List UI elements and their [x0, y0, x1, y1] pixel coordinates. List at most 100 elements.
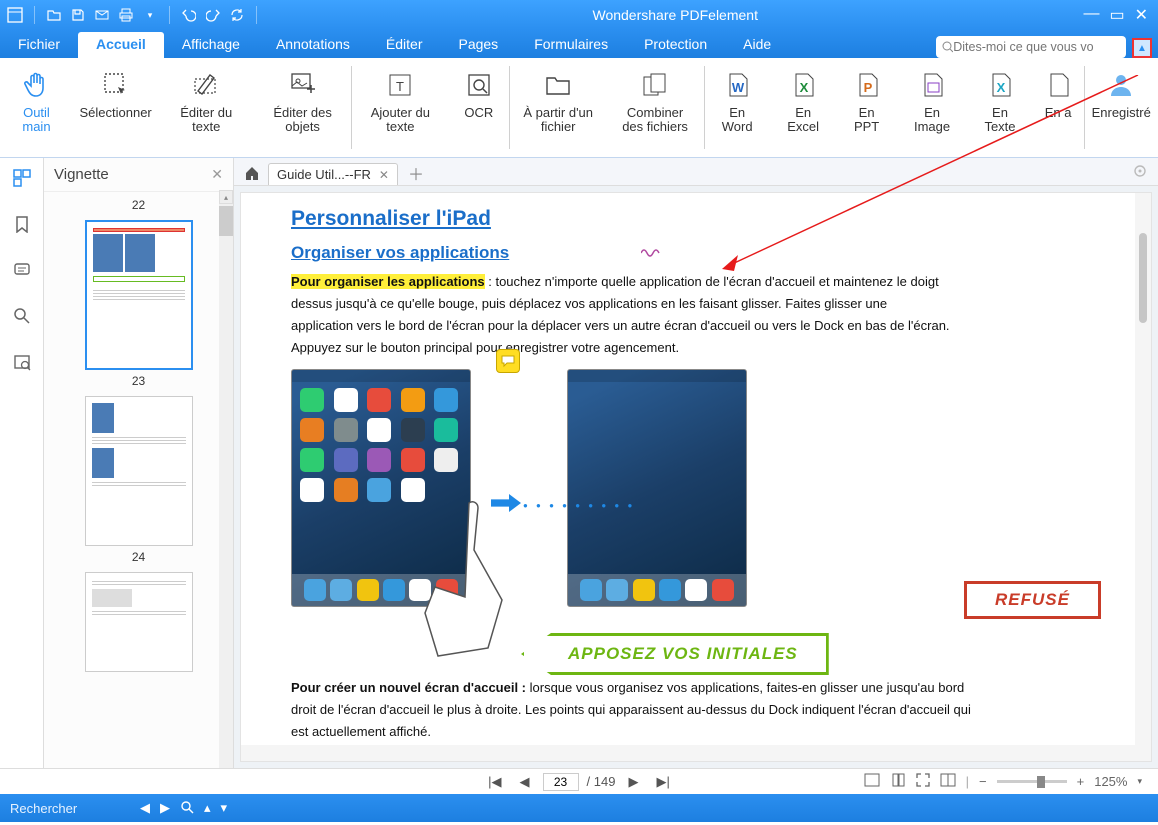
text-file-icon: X: [983, 68, 1017, 102]
collapse-ribbon-button[interactable]: ▲: [1132, 38, 1152, 58]
close-tab-icon[interactable]: ✕: [379, 168, 389, 182]
add-tab-button[interactable]: ＋: [402, 161, 430, 185]
minimize-button[interactable]: —: [1083, 5, 1099, 25]
first-page-button[interactable]: |◀: [483, 774, 506, 790]
svg-text:X: X: [997, 80, 1006, 95]
undo-icon[interactable]: [180, 6, 198, 24]
doc-paragraph-2: Pour créer un nouvel écran d'accueil : l…: [291, 677, 971, 743]
menu-accueil[interactable]: Accueil: [78, 32, 164, 58]
thumbnails-list[interactable]: 22 23 24: [44, 192, 233, 768]
tab-comments[interactable]: [8, 256, 36, 284]
tool-hand[interactable]: Outil main: [0, 58, 73, 157]
thumb-23[interactable]: 23: [62, 220, 215, 388]
status-bar: ◀ ▶ ▴ ▾: [0, 794, 1158, 822]
account-button[interactable]: Enregistré: [1084, 58, 1158, 157]
menu-protection[interactable]: Protection: [626, 32, 725, 58]
app-title: Wondershare PDFelement: [267, 7, 1083, 23]
stamp-refuse: REFUSÉ: [964, 581, 1101, 619]
find-next-icon[interactable]: ▶: [160, 800, 170, 816]
page-view[interactable]: Personnaliser l'iPad Organiser vos appli…: [240, 192, 1152, 762]
page-number-input[interactable]: [543, 773, 579, 791]
panel-close-button[interactable]: ✕: [211, 166, 223, 183]
qat-dropdown-icon[interactable]: ▾: [141, 6, 159, 24]
select-icon: [99, 68, 133, 102]
save-icon[interactable]: [69, 6, 87, 24]
zoom-out-button[interactable]: −: [979, 774, 987, 789]
quick-access-toolbar: ▾: [0, 6, 267, 24]
tool-to-other[interactable]: En a: [1033, 58, 1084, 157]
document-tabs: Guide Util...--FR✕ ＋: [234, 158, 1158, 186]
menu-editer[interactable]: Éditer: [368, 32, 441, 58]
zoom-in-button[interactable]: +: [1077, 774, 1085, 789]
menu-pages[interactable]: Pages: [440, 32, 516, 58]
panel-scrollbar[interactable]: ▴: [219, 190, 233, 768]
side-tabs: [0, 158, 44, 768]
main-area: Vignette ✕ 22 23: [0, 158, 1158, 768]
tool-to-ppt[interactable]: PEn PPT: [836, 58, 897, 157]
last-page-button[interactable]: ▶|: [651, 774, 674, 790]
tool-from-file[interactable]: À partir d'un fichier: [510, 58, 607, 157]
fullscreen-icon[interactable]: [916, 773, 930, 790]
thumb-25[interactable]: [62, 572, 215, 672]
find-up-button[interactable]: ▴: [204, 800, 211, 816]
tool-ocr[interactable]: OCR: [449, 58, 509, 157]
panel-title: Vignette: [54, 166, 211, 183]
tool-edit-text[interactable]: Éditer du texte: [158, 58, 254, 157]
svg-text:T: T: [396, 79, 404, 94]
fit-page-icon[interactable]: [890, 773, 906, 790]
folder-icon: [541, 68, 575, 102]
mail-icon[interactable]: [93, 6, 111, 24]
vertical-scrollbar[interactable]: [1135, 193, 1151, 761]
open-icon[interactable]: [45, 6, 63, 24]
refresh-icon[interactable]: [228, 6, 246, 24]
thumb-24[interactable]: 24: [62, 396, 215, 564]
menu-aide[interactable]: Aide: [725, 32, 789, 58]
page-nav-bar: |◀ ◀ / 149 ▶ ▶| | − + 125% ▾: [0, 768, 1158, 794]
tool-to-text[interactable]: XEn Texte: [967, 58, 1033, 157]
search-icon: [942, 41, 953, 53]
maximize-button[interactable]: ▭: [1109, 5, 1124, 25]
tab-settings-icon[interactable]: [1132, 163, 1148, 182]
find-input[interactable]: [10, 801, 130, 816]
tab-thumbnails[interactable]: [8, 164, 36, 192]
tab-attachments[interactable]: [8, 348, 36, 376]
window-controls: — ▭ ✕: [1083, 5, 1158, 25]
doc-heading-2: Organiser vos applications: [291, 243, 1101, 263]
reading-mode-icon[interactable]: [940, 773, 956, 790]
zoom-dropdown-icon[interactable]: ▾: [1137, 776, 1142, 787]
menu-affichage[interactable]: Affichage: [164, 32, 258, 58]
close-button[interactable]: ✕: [1135, 5, 1148, 25]
horizontal-scrollbar[interactable]: [241, 745, 1135, 761]
menu-annotations[interactable]: Annotations: [258, 32, 368, 58]
tool-to-word[interactable]: WEn Word: [704, 58, 770, 157]
print-icon[interactable]: [117, 6, 135, 24]
tool-to-image[interactable]: En Image: [897, 58, 967, 157]
app-menu-icon[interactable]: [6, 6, 24, 24]
home-tab[interactable]: [240, 161, 264, 185]
comment-bubble-icon[interactable]: [496, 349, 520, 373]
thumb-22[interactable]: 22: [62, 198, 215, 212]
tool-to-excel[interactable]: XEn Excel: [770, 58, 836, 157]
next-page-button[interactable]: ▶: [623, 774, 643, 790]
menu-fichier[interactable]: Fichier: [0, 32, 78, 58]
edit-objects-icon: [286, 68, 320, 102]
tool-edit-objects[interactable]: Éditer des objets: [254, 58, 351, 157]
tab-search[interactable]: [8, 302, 36, 330]
tab-bookmarks[interactable]: [8, 210, 36, 238]
ipad-illustration: ● ● ● ● ● ● ● ● ●: [291, 369, 1101, 607]
fit-width-icon[interactable]: [864, 773, 880, 790]
find-down-button[interactable]: ▾: [221, 800, 228, 816]
tell-me-search[interactable]: [936, 36, 1126, 58]
prev-page-button[interactable]: ◀: [515, 774, 535, 790]
tool-combine[interactable]: Combiner des fichiers: [607, 58, 704, 157]
document-tab[interactable]: Guide Util...--FR✕: [268, 163, 398, 185]
tool-add-text[interactable]: TAjouter du texte: [352, 58, 449, 157]
svg-text:X: X: [800, 80, 809, 95]
tool-select[interactable]: Sélectionner: [73, 58, 158, 157]
redo-icon[interactable]: [204, 6, 222, 24]
find-prev-icon[interactable]: ◀: [140, 800, 150, 816]
find-options-icon[interactable]: [180, 800, 194, 817]
search-input[interactable]: [953, 40, 1120, 54]
menu-formulaires[interactable]: Formulaires: [516, 32, 626, 58]
zoom-slider[interactable]: [997, 780, 1067, 783]
